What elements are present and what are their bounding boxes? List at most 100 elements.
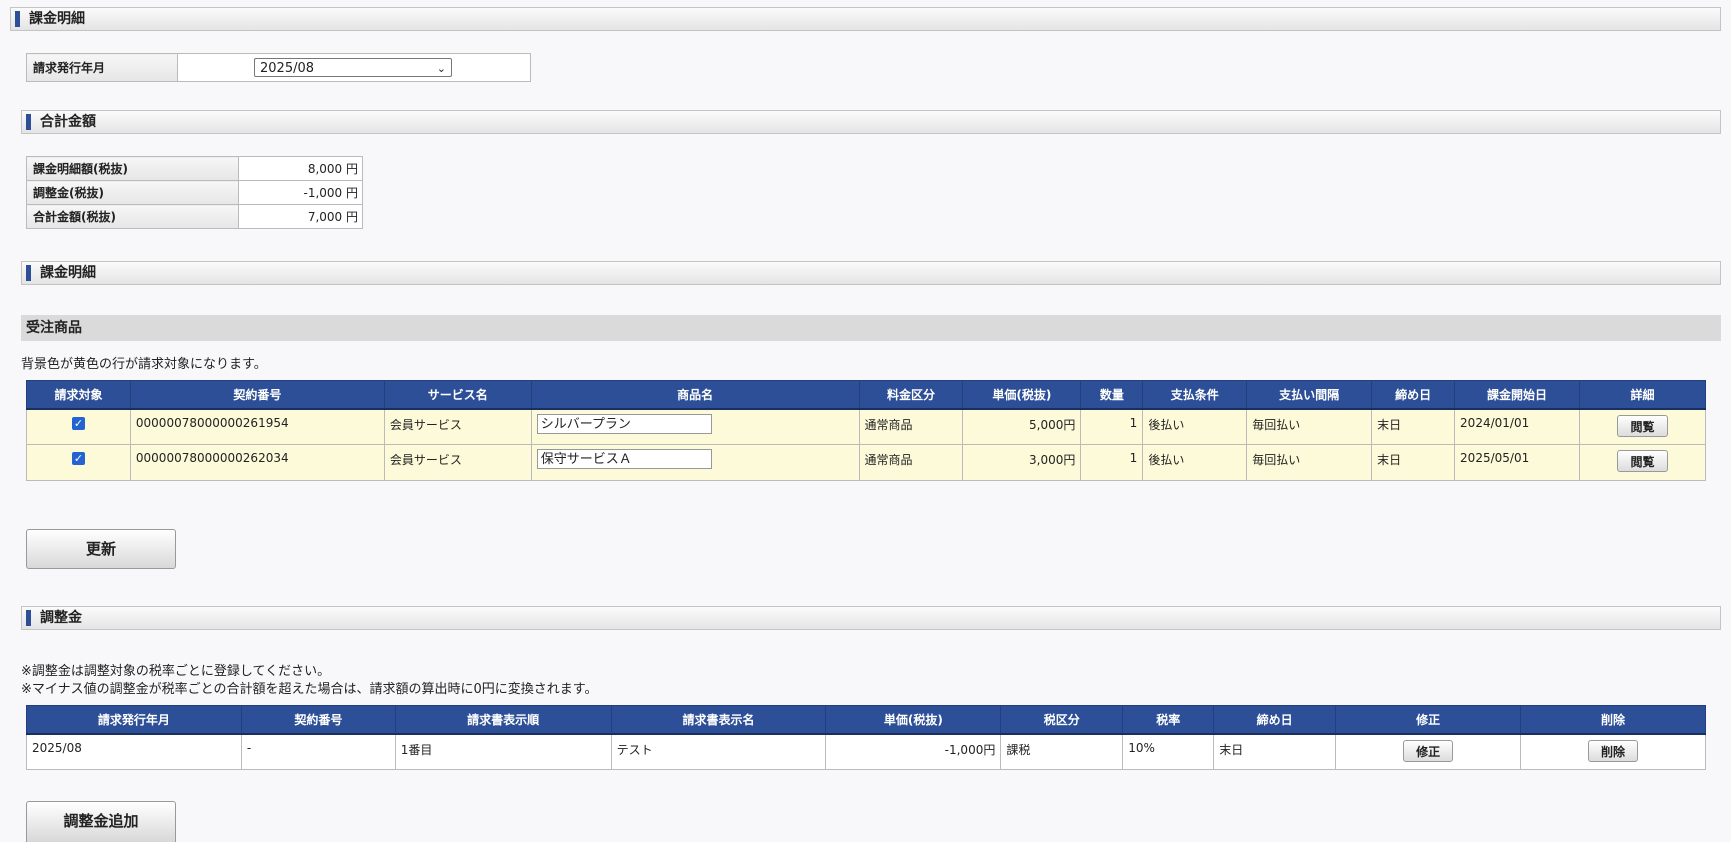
issue-month-label: 請求発行年月: [26, 53, 178, 82]
payment-term: 後払い: [1142, 408, 1248, 445]
col-header: サービス名: [383, 380, 532, 410]
col-header: 修正: [1335, 705, 1522, 735]
section-header-adjustment: 調整金: [21, 606, 1721, 630]
quantity: 1: [1080, 444, 1144, 481]
issue-month-cell: 2025/08 ⌄: [177, 53, 531, 82]
view-button[interactable]: 閲覧: [1617, 414, 1668, 437]
col-header: 請求書表示名: [610, 705, 827, 735]
billing-start-date: 2024/01/01: [1454, 408, 1580, 445]
fee-type: 通常商品: [858, 444, 964, 481]
product-name-input[interactable]: 保守サービスＡ: [536, 449, 712, 469]
totals-label: 合計金額(税抜): [26, 204, 239, 229]
section-header-billing-detail: 課金明細: [21, 261, 1721, 285]
product-name-cell: 保守サービスＡ: [530, 444, 860, 481]
unit-price: 5,000円: [962, 408, 1082, 445]
totals-label: 調整金(税抜): [26, 180, 239, 205]
orders-note: 背景色が黄色の行が請求対象になります。: [21, 357, 267, 372]
col-header: 課金開始日: [1454, 380, 1580, 410]
totals-value: -1,000 円: [238, 180, 363, 205]
quantity: 1: [1080, 408, 1144, 445]
adjustment-header-row: 請求発行年月 契約番号 請求書表示順 請求書表示名 単価(税抜) 税区分 税率 …: [26, 705, 1706, 735]
service-name: 会員サービス: [383, 408, 532, 445]
section-title: 課金明細: [29, 11, 85, 27]
issue-month-select[interactable]: 2025/08 ⌄: [254, 58, 452, 77]
totals-label: 課金明細額(税抜): [26, 156, 239, 181]
totals-value: 8,000 円: [238, 156, 363, 181]
payment-interval: 毎回払い: [1246, 408, 1373, 445]
col-header: 支払条件: [1142, 380, 1248, 410]
edit-button[interactable]: 修正: [1403, 739, 1454, 762]
billing-start-date: 2025/05/01: [1454, 444, 1580, 481]
view-button[interactable]: 閲覧: [1617, 450, 1668, 472]
service-name: 会員サービス: [383, 444, 532, 481]
closing-day: 末日: [1371, 444, 1456, 481]
update-button[interactable]: 更新: [26, 529, 176, 569]
totals-row: 調整金(税抜) -1,000 円: [26, 180, 363, 205]
closing-day: 末日: [1213, 733, 1337, 770]
detail-cell: 閲覧: [1579, 408, 1706, 445]
orders-table: 請求対象 契約番号 サービス名 商品名 料金区分 単価(税抜) 数量 支払条件 …: [26, 380, 1706, 481]
billing-target-cell: ✓: [26, 408, 131, 445]
col-header: 料金区分: [858, 380, 964, 410]
closing-day: 末日: [1371, 408, 1456, 445]
col-header: 単価(税抜): [825, 705, 1002, 735]
contract-number: 00000078000000262034: [129, 444, 385, 481]
chevron-down-icon: ⌄: [436, 62, 446, 75]
issue-month-value: 2025/08: [260, 61, 315, 76]
section-title: 調整金: [40, 610, 82, 626]
payment-interval: 毎回払い: [1246, 444, 1373, 481]
delete-cell: 削除: [1520, 733, 1706, 770]
col-header: 数量: [1080, 380, 1144, 410]
orders-title: 受注商品: [26, 320, 82, 336]
col-header: 締め日: [1371, 380, 1456, 410]
table-row: ✓ 00000078000000261954 会員サービス シルバープラン 通常…: [26, 408, 1706, 445]
tax-rate: 10%: [1122, 733, 1215, 770]
col-header: 支払い間隔: [1246, 380, 1373, 410]
adjustment-note-2: ※マイナス値の調整金が税率ごとの合計額を超えた場合は、請求額の算出時に0円に変換…: [21, 682, 598, 697]
payment-term: 後払い: [1142, 444, 1248, 481]
totals-row: 合計金額(税抜) 7,000 円: [26, 204, 363, 229]
section-header-totals: 合計金額: [21, 110, 1721, 134]
unit-price: -1,000円: [825, 733, 1002, 770]
section-title: 課金明細: [40, 265, 96, 281]
adjustment-table: 請求発行年月 契約番号 請求書表示順 請求書表示名 単価(税抜) 税区分 税率 …: [26, 705, 1706, 770]
section-title: 合計金額: [40, 114, 96, 130]
issue-month-table: 請求発行年月 2025/08 ⌄: [26, 53, 531, 82]
billing-target-checkbox[interactable]: ✓: [71, 416, 85, 430]
orders-subheader: 受注商品: [21, 315, 1721, 341]
delete-button[interactable]: 削除: [1588, 739, 1639, 762]
fee-type: 通常商品: [858, 408, 964, 445]
col-header: 契約番号: [129, 380, 385, 410]
display-name: テスト: [610, 733, 827, 770]
col-header: 詳細: [1579, 380, 1706, 410]
adjustment-note-1: ※調整金は調整対象の税率ごとに登録してください。: [21, 664, 331, 679]
product-name-cell: シルバープラン: [530, 408, 860, 445]
table-row: 2025/08 - 1番目 テスト -1,000円 課税 10% 末日 修正 削…: [26, 733, 1706, 770]
table-row: ✓ 00000078000000262034 会員サービス 保守サービスＡ 通常…: [26, 444, 1706, 481]
totals-row: 課金明細額(税抜) 8,000 円: [26, 156, 363, 181]
billing-target-cell: ✓: [26, 444, 131, 481]
col-header: 締め日: [1213, 705, 1337, 735]
col-header: 単価(税抜): [962, 380, 1082, 410]
orders-header-row: 請求対象 契約番号 サービス名 商品名 料金区分 単価(税抜) 数量 支払条件 …: [26, 380, 1706, 410]
product-name-input[interactable]: シルバープラン: [536, 413, 712, 434]
col-header: 契約番号: [240, 705, 396, 735]
section-header-billing-detail-top: 課金明細: [10, 7, 1721, 31]
add-adjustment-button[interactable]: 調整金追加: [26, 801, 176, 842]
col-header: 税区分: [1000, 705, 1124, 735]
totals-table: 課金明細額(税抜) 8,000 円 調整金(税抜) -1,000 円 合計金額(…: [26, 156, 363, 229]
contract-number: 00000078000000261954: [129, 408, 385, 445]
detail-cell: 閲覧: [1579, 444, 1706, 481]
totals-value: 7,000 円: [238, 204, 363, 229]
col-header: 請求発行年月: [26, 705, 242, 735]
col-header: 削除: [1520, 705, 1706, 735]
edit-cell: 修正: [1335, 733, 1522, 770]
unit-price: 3,000円: [962, 444, 1082, 481]
col-header: 請求書表示順: [394, 705, 612, 735]
issue-month: 2025/08: [26, 733, 242, 770]
contract-number: -: [240, 733, 396, 770]
col-header: 商品名: [530, 380, 860, 410]
billing-target-checkbox[interactable]: ✓: [71, 452, 85, 465]
col-header: 請求対象: [26, 380, 131, 410]
tax-type: 課税: [1000, 733, 1124, 770]
